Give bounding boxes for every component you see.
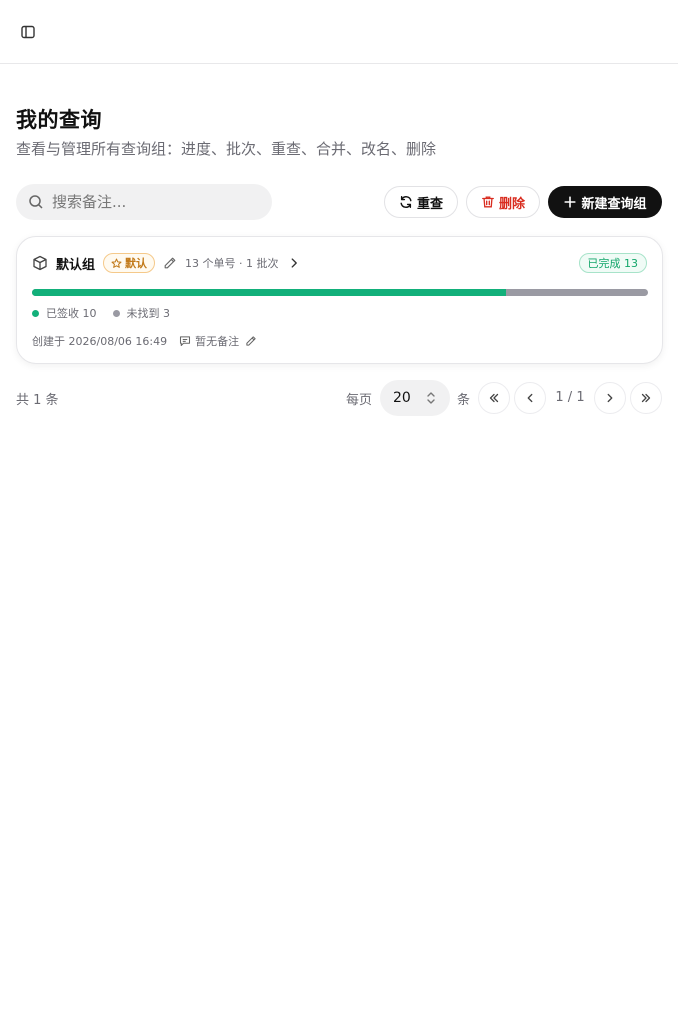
page-size-value: 20 — [393, 390, 411, 406]
not-found-dot-icon — [112, 309, 120, 317]
page-size-select[interactable]: 20 — [380, 380, 450, 416]
delete-button-label: 删除 — [498, 196, 525, 212]
chevron-right-icon — [607, 393, 613, 403]
chevron-left-icon — [527, 393, 533, 403]
new-group-button[interactable]: 新建查询组 — [548, 186, 662, 218]
query-group-card[interactable]: 默认组 默认 13 个单号 · 1 批次 已完成 13 已签收 10 未找到 3… — [16, 236, 663, 364]
card-footer: 创建于 2026/08/06 16:49 暂无备注 — [32, 333, 261, 349]
total-count: 共 1 条 — [16, 393, 59, 408]
trash-icon — [482, 196, 494, 208]
prev-page-button[interactable] — [514, 382, 546, 414]
created-time: 创建于 2026/08/06 16:49 — [32, 335, 168, 348]
page-title: 我的查询 — [16, 108, 102, 132]
search-box — [16, 184, 272, 220]
legend-signed-label: 已签收 10 — [46, 307, 97, 320]
search-icon — [29, 195, 43, 209]
chevrons-left-icon — [489, 393, 499, 403]
select-arrows-icon — [427, 392, 435, 404]
progress-legend: 已签收 10 未找到 3 — [32, 305, 186, 321]
plus-icon — [564, 196, 577, 208]
chevrons-right-icon — [641, 393, 651, 403]
group-name: 默认组 — [56, 257, 96, 273]
reset-button-label: 重查 — [416, 196, 443, 212]
group-meta: 13 个单号 · 1 批次 — [185, 257, 279, 270]
delete-button[interactable]: 删除 — [466, 186, 540, 218]
reset-button[interactable]: 重查 — [384, 186, 458, 218]
star-icon — [111, 258, 122, 268]
legend-not-found-label: 未找到 3 — [126, 307, 171, 320]
progress-signed-fill — [32, 289, 506, 296]
next-page-button[interactable] — [594, 382, 626, 414]
refresh-icon — [400, 196, 412, 208]
new-group-button-label: 新建查询组 — [581, 196, 647, 212]
card-header: 默认组 默认 13 个单号 · 1 批次 已完成 13 — [32, 253, 647, 273]
comment-icon — [180, 336, 191, 347]
page-indicator: 1 / 1 — [555, 390, 585, 405]
edit-note-icon[interactable] — [245, 335, 261, 347]
note: 暂无备注 — [179, 333, 261, 349]
progress-bar — [32, 289, 648, 296]
last-page-button[interactable] — [630, 382, 662, 414]
signed-dot-icon — [32, 309, 39, 317]
legend-signed: 已签收 10 — [32, 305, 97, 321]
legend-not-found: 未找到 3 — [112, 305, 171, 321]
sidebar-toggle-icon[interactable] — [16, 20, 40, 44]
first-page-button[interactable] — [478, 382, 510, 414]
chevron-right-icon[interactable] — [287, 256, 301, 270]
search-input[interactable] — [52, 193, 252, 211]
page-subtitle: 查看与管理所有查询组：进度、批次、重查、合并、改名、删除 — [16, 140, 437, 158]
box-icon — [32, 255, 48, 271]
default-badge: 默认 — [103, 253, 156, 273]
per-page-unit: 条 — [457, 393, 471, 408]
per-page-label: 每页 — [346, 393, 373, 408]
default-badge-label: 默认 — [125, 257, 148, 270]
note-text: 暂无备注 — [195, 335, 240, 348]
top-bar — [0, 0, 678, 64]
rename-icon[interactable] — [163, 256, 177, 270]
status-badge: 已完成 13 — [578, 253, 647, 273]
